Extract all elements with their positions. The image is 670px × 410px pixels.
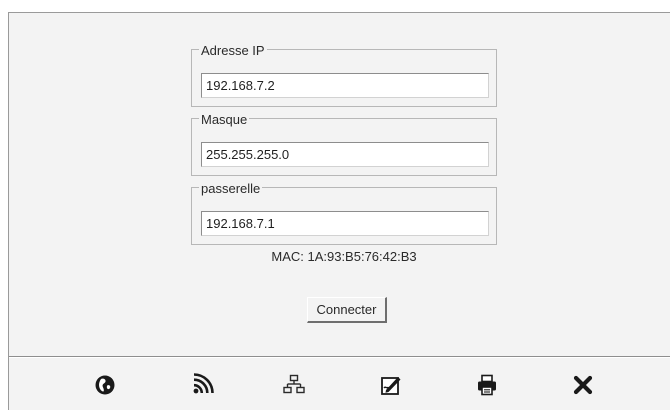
wifi-button[interactable] <box>187 370 217 400</box>
network-icon <box>283 374 305 394</box>
toolbar-divider <box>9 356 670 358</box>
subnet-mask-input[interactable]: 255.255.255.0 <box>201 142 489 167</box>
globe-icon <box>95 375 115 395</box>
gateway-input[interactable]: 192.168.7.1 <box>201 211 489 236</box>
subnet-mask-group: Masque 255.255.255.0 <box>191 113 497 176</box>
close-button[interactable] <box>568 370 598 400</box>
subnet-mask-label: Masque <box>199 112 250 127</box>
close-icon <box>573 375 593 395</box>
wifi-icon <box>193 373 214 394</box>
gateway-group: passerelle 192.168.7.1 <box>191 182 497 245</box>
pencil-edit-icon <box>381 377 401 395</box>
ip-address-label: Adresse IP <box>199 43 267 58</box>
ip-address-group: Adresse IP 192.168.7.2 <box>191 44 497 107</box>
globe-button[interactable] <box>90 370 120 400</box>
ip-address-input[interactable]: 192.168.7.2 <box>201 73 489 98</box>
edit-button[interactable] <box>376 370 406 400</box>
mac-address-text: MAC: 1A:93:B5:76:42:B3 <box>271 249 417 264</box>
print-button[interactable] <box>472 370 502 400</box>
printer-icon <box>478 374 496 396</box>
network-settings-panel: Adresse IP 192.168.7.2 Masque 255.255.25… <box>8 12 670 410</box>
network-button[interactable] <box>279 370 309 400</box>
gateway-label: passerelle <box>199 181 263 196</box>
connect-button[interactable]: Connecter <box>307 297 387 323</box>
